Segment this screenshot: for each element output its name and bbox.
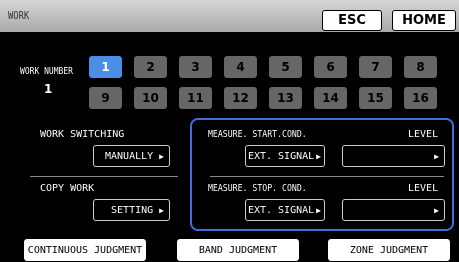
esc-button[interactable]: ESC bbox=[322, 10, 382, 31]
measure-stop-level-button[interactable]: ▶ bbox=[342, 199, 445, 221]
work-number-button-12[interactable]: 12 bbox=[224, 87, 257, 109]
arrow-right-icon: ▶ bbox=[159, 151, 164, 161]
measure-start-value: EXT. SIGNAL bbox=[247, 150, 315, 162]
measure-start-level-button[interactable]: ▶ bbox=[342, 145, 445, 167]
measure-stop-signal-button[interactable]: EXT. SIGNAL ▶ bbox=[245, 199, 325, 221]
zone-judgment-button[interactable]: ZONE JUDGMENT bbox=[328, 239, 450, 261]
measure-start-label: MEASURE. START.COND. bbox=[208, 129, 307, 140]
measure-stop-label: MEASURE. STOP. COND. bbox=[208, 183, 307, 194]
header-bar: WORK bbox=[0, 0, 459, 32]
continuous-judgment-button[interactable]: CONTINUOUS JUDGMENT bbox=[24, 239, 146, 261]
work-number-button-15[interactable]: 15 bbox=[359, 87, 392, 109]
arrow-right-icon: ▶ bbox=[159, 205, 164, 215]
home-button[interactable]: HOME bbox=[392, 10, 456, 31]
work-number-button-14[interactable]: 14 bbox=[314, 87, 347, 109]
divider-left bbox=[30, 176, 178, 177]
work-switching-label: WORK SWITCHING bbox=[40, 129, 125, 140]
copy-work-value: SETTING bbox=[111, 204, 154, 216]
measure-start-signal-button[interactable]: EXT. SIGNAL ▶ bbox=[245, 145, 325, 167]
work-number-button-16[interactable]: 16 bbox=[404, 87, 437, 109]
measure-start-level-label: LEVEL bbox=[408, 129, 439, 140]
band-judgment-button[interactable]: BAND JUDGMENT bbox=[177, 239, 299, 261]
work-number-button-3[interactable]: 3 bbox=[179, 56, 212, 78]
current-work-number: 1 bbox=[44, 82, 53, 96]
work-number-button-11[interactable]: 11 bbox=[179, 87, 212, 109]
page-title: WORK bbox=[8, 9, 30, 22]
work-number-button-1[interactable]: 1 bbox=[89, 56, 122, 78]
copy-work-label: COPY WORK bbox=[40, 183, 95, 194]
work-switching-value: MANUALLY bbox=[105, 150, 154, 162]
work-number-button-7[interactable]: 7 bbox=[359, 56, 392, 78]
work-number-button-9[interactable]: 9 bbox=[89, 87, 122, 109]
work-number-button-6[interactable]: 6 bbox=[314, 56, 347, 78]
measure-stop-level-label: LEVEL bbox=[408, 183, 439, 194]
work-number-label: WORK NUMBER bbox=[20, 66, 73, 77]
arrow-right-icon: ▶ bbox=[434, 205, 439, 215]
arrow-right-icon: ▶ bbox=[434, 151, 439, 161]
work-number-button-2[interactable]: 2 bbox=[134, 56, 167, 78]
work-number-button-4[interactable]: 4 bbox=[224, 56, 257, 78]
arrow-right-icon: ▶ bbox=[316, 151, 321, 161]
work-number-button-5[interactable]: 5 bbox=[269, 56, 302, 78]
work-number-button-10[interactable]: 10 bbox=[134, 87, 167, 109]
divider-right bbox=[210, 176, 444, 177]
measure-stop-value: EXT. SIGNAL bbox=[247, 204, 315, 216]
work-number-button-13[interactable]: 13 bbox=[269, 87, 302, 109]
copy-work-button[interactable]: SETTING ▶ bbox=[93, 199, 170, 221]
work-switching-button[interactable]: MANUALLY ▶ bbox=[93, 145, 170, 167]
arrow-right-icon: ▶ bbox=[316, 205, 321, 215]
work-number-button-8[interactable]: 8 bbox=[404, 56, 437, 78]
